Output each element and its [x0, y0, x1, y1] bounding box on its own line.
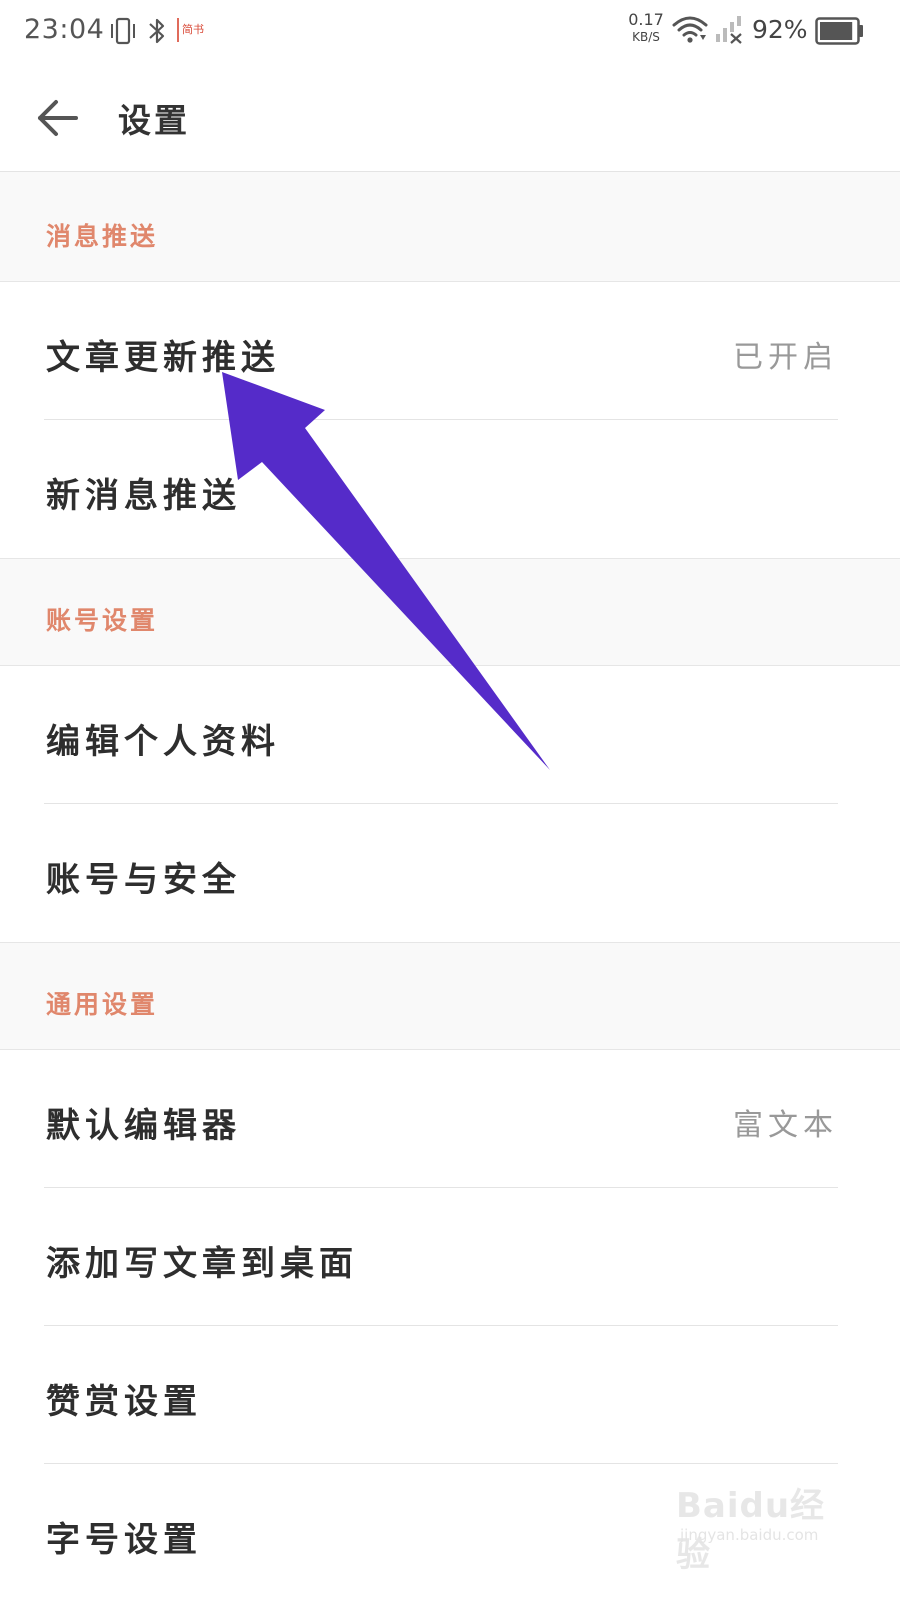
network-speed: 0.17 KB/S	[624, 10, 668, 44]
wifi-icon	[672, 15, 708, 49]
baidu-jingyan-watermark: Baidu经验 jingyan.baidu.com	[676, 1478, 846, 1575]
settings-row-article-update-push[interactable]: 文章更新推送 已开启	[0, 282, 900, 420]
battery-icon	[815, 17, 865, 49]
settings-row-default-editor[interactable]: 默认编辑器 富文本	[0, 1050, 900, 1188]
back-button[interactable]	[30, 92, 86, 144]
app-header: 设置	[0, 64, 900, 172]
status-bar: 23:04 简书 0.17 KB/S 92%	[0, 0, 900, 64]
row-label: 字号设置	[46, 1520, 202, 1560]
row-value-status: 已开启	[733, 340, 838, 375]
row-label: 账号与安全	[46, 860, 241, 900]
signal-icon	[714, 14, 744, 48]
watermark-sub: jingyan.baidu.com	[680, 1526, 819, 1544]
section-header-account: 账号设置	[0, 558, 900, 666]
battery-percent: 92%	[752, 15, 808, 44]
section-title-account: 账号设置	[46, 606, 159, 635]
back-arrow-icon	[38, 100, 78, 136]
page-title: 设置	[118, 101, 190, 140]
bluetooth-icon	[146, 16, 168, 50]
settings-row-edit-profile[interactable]: 编辑个人资料	[0, 666, 900, 804]
section-title-push: 消息推送	[46, 222, 159, 251]
row-label: 添加写文章到桌面	[46, 1244, 358, 1284]
section-header-push: 消息推送	[0, 172, 900, 282]
network-speed-value: 0.17	[628, 10, 664, 29]
row-label: 文章更新推送	[46, 338, 280, 378]
row-label: 默认编辑器	[46, 1106, 241, 1146]
network-speed-unit: KB/S	[632, 30, 660, 44]
vibrate-icon	[108, 16, 138, 50]
settings-row-new-message-push[interactable]: 新消息推送	[0, 420, 900, 558]
app-notification-badge: 简书	[177, 18, 210, 42]
settings-row-add-shortcut[interactable]: 添加写文章到桌面	[0, 1188, 900, 1326]
section-title-general: 通用设置	[46, 990, 159, 1019]
row-label: 编辑个人资料	[46, 722, 280, 762]
section-header-general: 通用设置	[0, 942, 900, 1050]
row-label: 新消息推送	[46, 476, 241, 516]
row-label: 赞赏设置	[46, 1382, 202, 1422]
row-value-editor: 富文本	[733, 1108, 838, 1143]
settings-row-account-security[interactable]: 账号与安全	[0, 804, 900, 942]
settings-row-reward[interactable]: 赞赏设置	[0, 1326, 900, 1464]
status-time: 23:04	[24, 14, 105, 45]
